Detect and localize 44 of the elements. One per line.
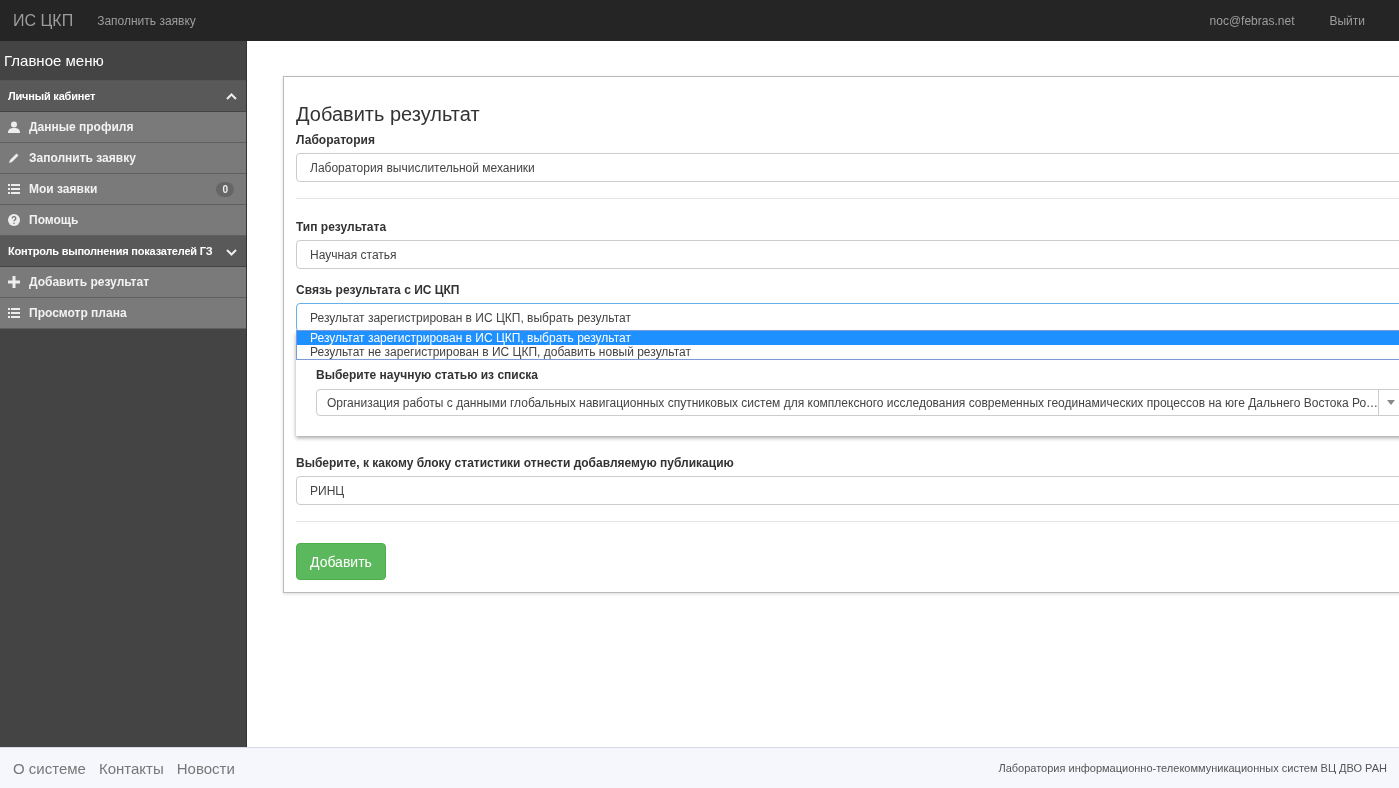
footer-link[interactable]: Новости — [176, 759, 235, 777]
list-icon — [8, 307, 20, 319]
brand-link[interactable]: ИС ЦКП — [13, 11, 74, 30]
footer-link[interactable]: Контакты — [98, 759, 164, 777]
footer-credit: Лаборатория информационно-телекоммуникационных систем ВЦ ДВО РАН — [998, 762, 1387, 774]
menu-group-header[interactable]: Личный кабинет — [0, 81, 246, 112]
select-field[interactable]: Организация работы с данными глобальных навигационных спутниковых систем для комплексного исследования современных геодинамических процессов на юге Дальнего Востока Ро… — [316, 389, 1399, 416]
sidebar-menu-item[interactable]: Просмотр плана — [0, 298, 246, 329]
sidebar-menu-item[interactable]: Добавить результат — [0, 267, 246, 298]
field-label: Выберите, к какому блоку статистики отнести добавляемую публикацию — [296, 456, 735, 470]
pencil-icon — [8, 152, 20, 164]
form-title: Добавить результат — [296, 103, 481, 126]
sidebar-menu-item[interactable]: Заполнить заявку — [0, 143, 246, 174]
menu-item-label: Добавить результат — [29, 275, 150, 289]
sidebar-menu-item[interactable]: Данные профиля — [0, 112, 246, 143]
list-icon — [8, 183, 20, 195]
nav-link[interactable]: Заполнить заявку — [97, 13, 196, 28]
user-email-link[interactable]: noc@febras.net — [1209, 13, 1295, 28]
help-icon — [8, 214, 20, 226]
menu-group-header[interactable]: Контроль выполнения показателей ГЗ — [0, 236, 246, 267]
menu-item-label: Просмотр плана — [29, 306, 128, 320]
dropdown-option[interactable]: Результат не зарегистрирован в ИС ЦКП, добавить новый результат — [297, 345, 1399, 359]
sidebar-menu-item[interactable]: Мои заявки 0 — [0, 174, 246, 205]
field-label: Тип результата — [296, 220, 388, 234]
select-field[interactable]: Научная статья — [296, 240, 1399, 269]
count-badge: 0 — [216, 181, 234, 197]
menu-item-label: Помощь — [29, 213, 80, 227]
menu-item-label: Заполнить заявку — [29, 151, 137, 165]
field-label: Лаборатория — [296, 133, 376, 147]
menu-group-label: Контроль выполнения показателей ГЗ — [8, 245, 214, 257]
dropdown-option[interactable]: Результат зарегистрирован в ИС ЦКП, выбрать результат — [297, 331, 1399, 345]
select-field[interactable]: РИНЦ — [296, 476, 1399, 505]
plus-icon — [8, 276, 20, 288]
menu-item-label: Данные профиля — [29, 120, 135, 134]
caret-down-icon — [1387, 400, 1396, 405]
user-icon — [8, 121, 20, 133]
field-label: Выберите научную статью из списка — [316, 368, 540, 382]
field-label: Связь результата с ИС ЦКП — [296, 283, 461, 297]
sidebar-menu-item[interactable]: Помощь — [0, 205, 246, 236]
menu-item-label: Мои заявки — [29, 182, 99, 196]
footer-link[interactable]: О системе — [13, 759, 86, 777]
select-field[interactable]: Лаборатория вычислительной механики — [296, 153, 1399, 182]
menu-group-label: Личный кабинет — [8, 90, 97, 102]
logout-link[interactable]: Выйти — [1329, 13, 1365, 28]
